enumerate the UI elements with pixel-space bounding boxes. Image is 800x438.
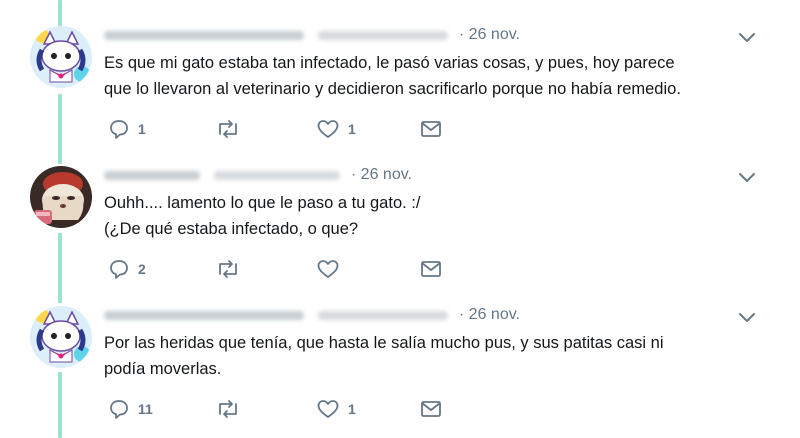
tweet[interactable]: · 26 nov. Ouhh.... lamento lo que le pas… <box>0 140 800 280</box>
chevron-down-icon[interactable] <box>738 32 756 44</box>
tweet-text: Ouhh.... lamento lo que le paso a tu gat… <box>104 190 744 242</box>
anime-cat-avatar-image <box>30 306 92 368</box>
tweet-header: · 26 nov. <box>104 166 412 186</box>
tweet-text: Por las heridas que tenía, que hasta le … <box>104 330 744 382</box>
reply-count: 11 <box>138 401 153 417</box>
envelope-icon <box>421 401 441 417</box>
like-button[interactable]: 1 <box>316 117 356 141</box>
retweet-icon <box>219 400 237 418</box>
tweet[interactable]: · 26 nov. Es que mi gato estaba tan infe… <box>0 0 800 140</box>
chevron-down-icon[interactable] <box>738 312 756 324</box>
direct-message-button[interactable] <box>420 257 442 281</box>
heart-icon <box>317 400 339 418</box>
reply-button[interactable]: 2 <box>108 257 146 281</box>
reply-icon <box>110 400 128 419</box>
tweet-text-line: Es que mi gato estaba tan infectado, le … <box>104 54 675 72</box>
tweet-header: · 26 nov. <box>104 306 520 326</box>
retweet-icon <box>219 120 237 138</box>
reply-icon <box>110 260 128 279</box>
direct-message-button[interactable] <box>420 397 442 421</box>
like-button[interactable] <box>316 257 348 281</box>
tweet-text-line: que lo llevaron al veterinario y decidie… <box>104 80 681 98</box>
author-handle-blurred[interactable] <box>318 30 449 40</box>
envelope-icon <box>421 121 441 137</box>
heart-icon <box>317 120 339 138</box>
tweet-text: Es que mi gato estaba tan infectado, le … <box>104 50 744 102</box>
tweet-header: · 26 nov. <box>104 26 520 46</box>
reply-count: 2 <box>138 261 146 277</box>
like-count: 1 <box>348 121 356 137</box>
cartoon-character-avatar-image <box>30 166 92 228</box>
author-name-blurred[interactable] <box>104 310 304 320</box>
retweet-button[interactable] <box>216 257 248 281</box>
retweet-icon <box>219 260 237 278</box>
tweet[interactable]: · 26 nov. Por las heridas que tenía, que… <box>0 280 800 420</box>
author-handle-blurred[interactable] <box>214 170 341 180</box>
tweet-date[interactable]: · 26 nov. <box>459 306 520 324</box>
tweet-date[interactable]: · 26 nov. <box>351 166 412 184</box>
tweet-text-line: (¿De qué estaba infectado, o que? <box>104 220 359 238</box>
author-handle-blurred[interactable] <box>318 310 449 320</box>
like-count: 1 <box>348 401 356 417</box>
author-name-blurred[interactable] <box>104 170 200 180</box>
tweet-date[interactable]: · 26 nov. <box>459 26 520 44</box>
tweet-text-line: Por las heridas que tenía, que hasta le … <box>104 334 664 352</box>
chevron-down-icon[interactable] <box>738 172 756 184</box>
retweet-button[interactable] <box>216 117 248 141</box>
envelope-icon <box>421 261 441 277</box>
avatar[interactable] <box>30 166 92 228</box>
direct-message-button[interactable] <box>420 117 442 141</box>
reply-icon <box>110 120 128 139</box>
tweet-text-line: podía moverlas. <box>104 360 222 378</box>
retweet-button[interactable] <box>216 397 248 421</box>
anime-cat-avatar-image <box>30 26 92 88</box>
heart-icon <box>317 260 339 278</box>
like-button[interactable]: 1 <box>316 397 356 421</box>
tweet-text-line: Ouhh.... lamento lo que le paso a tu gat… <box>104 194 421 212</box>
avatar[interactable] <box>30 306 92 368</box>
reply-button[interactable]: 1 <box>108 117 146 141</box>
avatar[interactable] <box>30 26 92 88</box>
reply-count: 1 <box>138 121 146 137</box>
reply-button[interactable]: 11 <box>108 397 153 421</box>
author-name-blurred[interactable] <box>104 30 304 40</box>
